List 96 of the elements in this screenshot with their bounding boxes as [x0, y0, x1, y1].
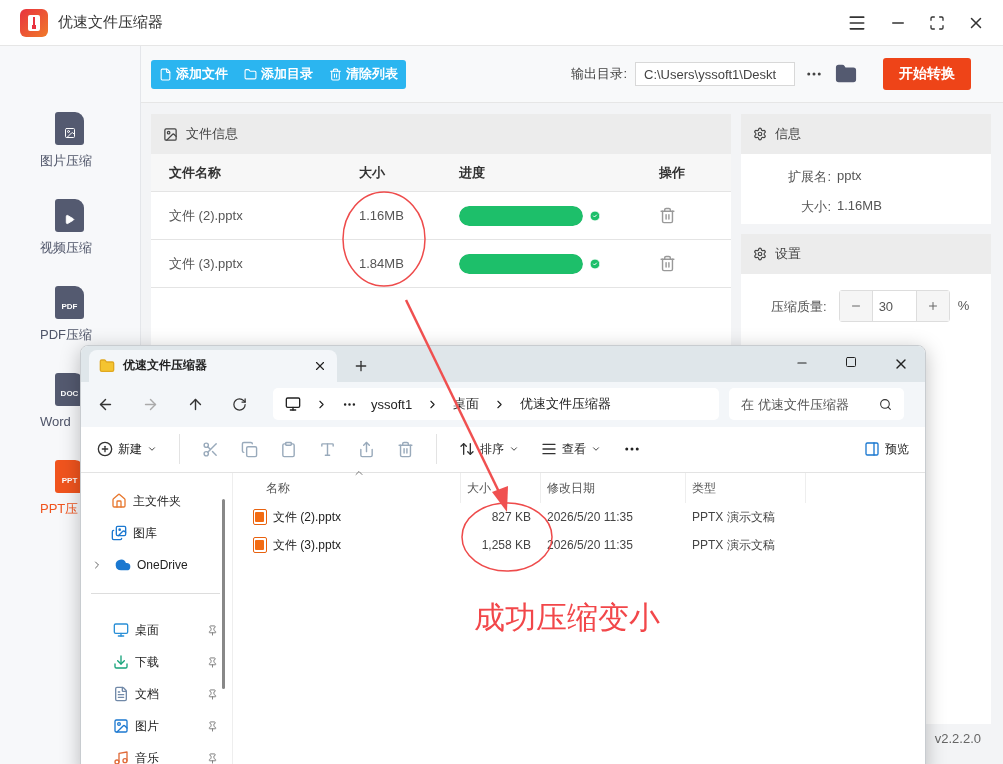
file-size: 1,258 KB: [480, 538, 532, 552]
file-name[interactable]: 文件 (3).pptx: [233, 536, 461, 554]
quality-field[interactable]: 30: [871, 291, 917, 321]
column-header[interactable]: 修改日期: [541, 473, 686, 503]
pin-icon: [207, 688, 218, 700]
file-date: 2026/5/20 11:35: [546, 510, 634, 524]
nav-item[interactable]: OneDrive: [91, 549, 232, 581]
sidebar-item[interactable]: 图片压缩: [40, 153, 92, 168]
image-file-icon: [55, 112, 84, 145]
column-header[interactable]: 名称: [233, 473, 461, 503]
plus-circle-icon: [97, 441, 113, 458]
pin-icon: [207, 624, 218, 636]
cloud-icon: [115, 557, 131, 573]
unit-label: %: [957, 297, 970, 313]
home-icon: [111, 493, 127, 509]
file-size: 827 KB: [490, 510, 532, 524]
search-field[interactable]: 在 优速文件压缩器: [729, 388, 904, 421]
pin-icon: [207, 720, 218, 732]
file-type-label: DOC: [60, 389, 79, 398]
delete-icon[interactable]: [659, 255, 676, 272]
image-icon: [163, 126, 178, 142]
file-type-label: PPT: [61, 476, 78, 485]
file-name[interactable]: 文件 (2).pptx: [233, 508, 461, 526]
gear-icon: [753, 127, 767, 141]
sidebar-item[interactable]: PDF压缩: [40, 327, 92, 342]
folder-icon: [244, 67, 257, 81]
panel-title: 设置: [775, 245, 801, 263]
breadcrumb-item[interactable]: 优速文件压缩器: [520, 395, 612, 414]
output-label: 输出目录:: [571, 65, 627, 83]
nav-item[interactable]: 下载: [91, 646, 232, 678]
panel-title: 文件信息: [186, 125, 238, 143]
output-path-field[interactable]: C:\Users\yssoft1\Deskt: [635, 62, 795, 86]
sort-icon: [459, 441, 475, 458]
panel-title: 信息: [775, 125, 801, 143]
explorer-tab[interactable]: 优速文件压缩器: [89, 349, 337, 382]
column-header[interactable]: 类型: [686, 473, 806, 503]
file-icon: [159, 67, 172, 81]
column-header: 操作: [659, 163, 686, 182]
maximize-icon[interactable]: [929, 14, 945, 31]
nav-item[interactable]: 图库: [91, 517, 232, 549]
search-icon: [879, 397, 892, 411]
quality-stepper[interactable]: 30: [838, 290, 950, 322]
field-label: 大小:: [800, 198, 831, 216]
breadcrumb-item[interactable]: yssoft1: [371, 396, 413, 412]
trash-icon: [329, 67, 342, 81]
command-button[interactable]: 排序: [459, 440, 519, 458]
scrollbar[interactable]: [222, 499, 225, 689]
download-icon: [113, 654, 129, 670]
music-icon: [113, 750, 129, 764]
plus-icon: [926, 300, 939, 312]
desktop-icon: [113, 622, 129, 638]
sidebar-item[interactable]: 视频压缩: [40, 240, 92, 255]
table-cell-text: 文件 (3).pptx: [169, 254, 244, 273]
command-button[interactable]: 查看: [541, 440, 601, 458]
nav-item[interactable]: 音乐: [91, 742, 232, 764]
field-label: 扩展名:: [787, 168, 831, 186]
app-logo: [20, 8, 48, 37]
gallery-icon: [111, 525, 127, 541]
table-cell-text: 文件 (2).pptx: [169, 206, 244, 225]
docs-icon: [113, 686, 129, 702]
app-title: 优速文件压缩器: [58, 13, 164, 32]
file-type: PPTX 演示文稿: [691, 536, 776, 554]
video-file-icon: [55, 199, 84, 232]
nav-item[interactable]: 桌面: [91, 614, 232, 646]
annotation-text: 成功压缩变小: [474, 599, 660, 637]
field-value: 1.16MB: [837, 198, 883, 215]
nav-item[interactable]: 主文件夹: [91, 485, 232, 517]
version-label: v2.2.2.0: [934, 731, 981, 746]
monitor-icon: [285, 396, 301, 413]
maximize-icon[interactable]: [845, 355, 857, 368]
sidebar-item[interactable]: Word: [40, 414, 71, 429]
command-button[interactable]: 新建: [97, 440, 157, 458]
gear-icon: [753, 247, 767, 261]
nav-item[interactable]: 文档: [91, 678, 232, 710]
column-header: 进度: [459, 163, 486, 182]
preview-button[interactable]: 预览: [864, 440, 909, 458]
delete-icon[interactable]: [659, 207, 676, 224]
file-type-label: PDF: [61, 302, 78, 311]
folder-icon: [99, 357, 115, 374]
refresh-icon[interactable]: [232, 396, 247, 412]
folder-icon[interactable]: [835, 63, 857, 85]
field-value: pptx: [837, 168, 863, 185]
column-header: 文件名称: [169, 163, 222, 182]
column-header: 大小: [359, 163, 386, 182]
pin-icon: [207, 656, 218, 668]
start-button[interactable]: 开始转换: [883, 58, 971, 90]
field-label: 压缩质量:: [771, 298, 827, 316]
file-type: PPTX 演示文稿: [691, 508, 776, 526]
panel-icon: [864, 441, 880, 458]
pin-icon: [207, 752, 218, 764]
nav-item[interactable]: 图片: [91, 710, 232, 742]
pictures-icon: [113, 718, 129, 734]
presentation-file-icon: [253, 509, 267, 525]
table-cell-text: 1.84MB: [359, 256, 405, 271]
presentation-file-icon: [253, 537, 267, 553]
table-cell-text: 1.16MB: [359, 208, 405, 223]
